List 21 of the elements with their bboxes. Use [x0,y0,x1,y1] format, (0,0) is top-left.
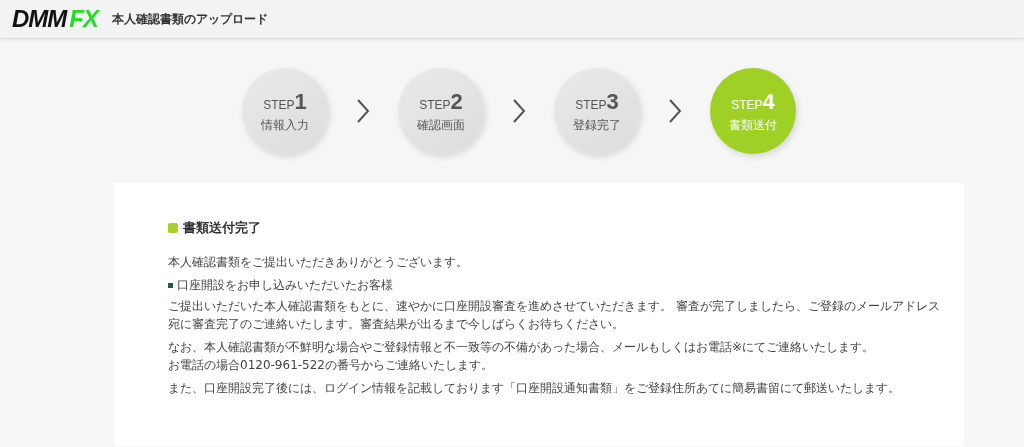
step-number: STEP3 [575,88,619,115]
bullet-icon [168,282,173,288]
chevron-right-icon [356,98,370,124]
page-title: 本人確認書類のアップロード [112,10,268,28]
paragraph: ご提出いただいた本人確認書類をもとに、速やかに口座開設審査を進めさせていただきます。 審査が完了しましたら、ご登録のメールアドレス 宛に審査完了のご連絡いたします。審査結果が出るまで今しばらくお待ちください。 [168,298,941,333]
chevron-right-icon [512,98,526,124]
subheading: 口座開設をお申し込みいただいたお客様 [177,277,393,294]
step-name: 情報入力 [261,116,309,134]
step-name: 登録完了 [573,116,621,134]
paragraph: また、口座開設完了後には、ログイン情報を記載しております「口座開設通知書類」をご登録住所あてに簡易書留にて郵送いたします。 [168,380,901,397]
step-name: 書類送付 [729,116,777,134]
section-heading: 書類送付完了 [183,219,261,237]
chevron-right-icon [668,98,682,124]
step-number: STEP2 [419,88,463,115]
step-number: STEP1 [263,88,307,115]
step-number: STEP4 [731,88,775,115]
paragraph: なお、本人確認書類が不鮮明な場合やご登録情報と不一致等の不備があった場合、メールもしくはお電話※にてご連絡いたします。 お電話の場合0120-961-522の番号からご連絡いたします。 [168,339,876,374]
paragraph: 本人確認書類をご提出いただきありがとうございます。 [168,254,469,271]
dmm-fx-logo[interactable]: DMMFX [12,5,98,33]
step-name: 確認画面 [417,116,465,134]
square-icon [168,223,178,233]
